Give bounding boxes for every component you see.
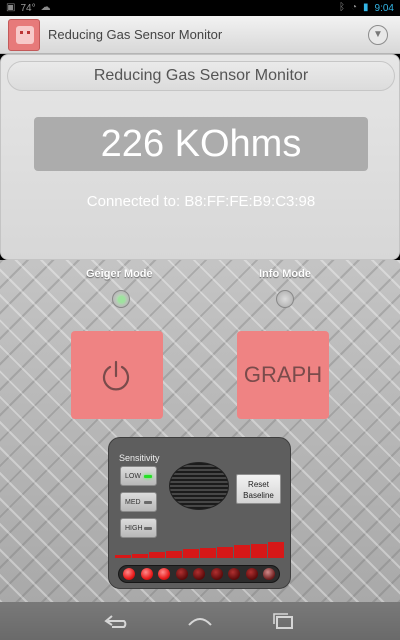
control-area: Geiger Mode Info Mode GRAPH Sensitivity … bbox=[0, 260, 400, 602]
led-indicator bbox=[228, 568, 240, 580]
gallery-icon: ▣ bbox=[6, 2, 16, 13]
sensitivity-high-led bbox=[144, 527, 152, 530]
app-title: Reducing Gas Sensor Monitor bbox=[48, 27, 223, 42]
wifi-icon: ◔ bbox=[350, 2, 358, 13]
resistance-reading: 226 KOhms bbox=[34, 117, 368, 171]
led-indicator bbox=[263, 568, 275, 580]
meter-segment bbox=[234, 545, 250, 558]
reset-baseline-button[interactable]: Reset Baseline bbox=[236, 474, 281, 504]
meter-segment bbox=[132, 553, 148, 558]
sensitivity-low-label: LOW bbox=[125, 473, 141, 480]
action-bar: Reducing Gas Sensor Monitor ▼ bbox=[0, 16, 400, 54]
power-icon bbox=[102, 360, 130, 391]
app-face-icon bbox=[16, 26, 34, 44]
chevron-down-icon: ▼ bbox=[373, 29, 383, 40]
meter-segment bbox=[217, 546, 233, 558]
led-indicator bbox=[140, 568, 153, 580]
led-indicator bbox=[123, 568, 135, 580]
monitor-header: Reducing Gas Sensor Monitor bbox=[7, 61, 395, 91]
meter-segment bbox=[251, 543, 267, 558]
weather-temperature: 74° bbox=[20, 2, 36, 14]
led-indicator bbox=[175, 568, 188, 580]
meter-segment bbox=[183, 549, 199, 558]
status-bar: ▣ 74° ☁ ᛒ ◔ ▮ 9:04 bbox=[0, 0, 400, 16]
back-icon[interactable] bbox=[102, 612, 130, 630]
led-indicator bbox=[210, 568, 223, 580]
geiger-mode-label: Geiger Mode bbox=[86, 268, 153, 280]
graph-button[interactable]: GRAPH bbox=[237, 331, 329, 419]
meter-segment bbox=[149, 552, 165, 558]
signal-level-meter bbox=[115, 542, 285, 558]
sensitivity-low-button[interactable]: LOW bbox=[120, 466, 157, 486]
overflow-menu-button[interactable]: ▼ bbox=[368, 25, 388, 45]
info-mode-label: Info Mode bbox=[259, 268, 311, 280]
geiger-mode-radio[interactable] bbox=[112, 290, 130, 308]
led-indicator bbox=[193, 568, 205, 580]
sensitivity-title: Sensitivity bbox=[119, 453, 160, 463]
battery-icon: ▮ bbox=[363, 2, 369, 13]
meter-segment bbox=[166, 550, 182, 558]
led-strip bbox=[118, 565, 280, 583]
sensitivity-low-led bbox=[144, 475, 152, 478]
radio-selected-indicator bbox=[118, 296, 125, 303]
sensitivity-med-led bbox=[144, 501, 152, 504]
reading-panel: Reducing Gas Sensor Monitor 226 KOhms Co… bbox=[0, 54, 400, 260]
led-indicator bbox=[245, 568, 258, 580]
sensitivity-high-button[interactable]: HIGH bbox=[120, 518, 157, 538]
clock: 9:04 bbox=[374, 2, 394, 14]
connection-status: Connected to: B8:FF:FE:B9:C3:98 bbox=[86, 193, 316, 210]
sensitivity-high-label: HIGH bbox=[125, 525, 143, 532]
recent-apps-icon[interactable] bbox=[270, 612, 298, 630]
home-icon[interactable] bbox=[186, 612, 214, 630]
speaker-grille bbox=[169, 462, 229, 510]
meter-segment bbox=[268, 542, 284, 558]
info-mode-radio[interactable] bbox=[276, 290, 294, 308]
meter-segment bbox=[200, 548, 216, 558]
graph-button-label: GRAPH bbox=[243, 362, 323, 387]
sensitivity-panel: Sensitivity LOW MED HIGH Reset Baseline bbox=[108, 437, 291, 589]
cloud-icon: ☁ bbox=[40, 2, 51, 13]
power-button[interactable] bbox=[71, 331, 163, 419]
meter-segment bbox=[115, 555, 131, 558]
navigation-bar bbox=[0, 602, 400, 640]
sensitivity-med-label: MED bbox=[125, 499, 141, 506]
sensitivity-med-button[interactable]: MED bbox=[120, 492, 157, 512]
app-icon[interactable] bbox=[8, 19, 40, 51]
bluetooth-icon: ᛒ bbox=[338, 2, 345, 13]
led-indicator bbox=[158, 568, 170, 580]
